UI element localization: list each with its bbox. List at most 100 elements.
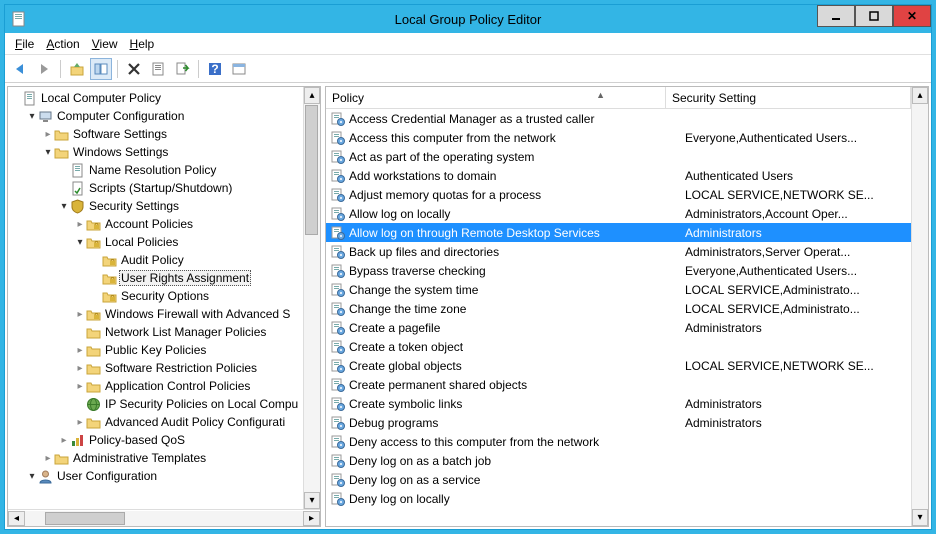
policy-row[interactable]: Allow log on through Remote Desktop Serv… <box>326 223 911 242</box>
policy-row[interactable]: Act as part of the operating system <box>326 147 911 166</box>
scroll-right-icon[interactable]: ▸ <box>303 511 320 526</box>
policy-row[interactable]: Add workstations to domainAuthenticated … <box>326 166 911 185</box>
tree-horizontal-scrollbar[interactable]: ◂ ▸ <box>8 509 320 526</box>
tree-item-acp[interactable]: ▸Application Control Policies <box>10 377 303 395</box>
expand-icon[interactable]: ▸ <box>42 129 54 140</box>
policy-row[interactable]: Change the system timeLOCAL SERVICE,Admi… <box>326 280 911 299</box>
tree-item-at[interactable]: ▸Administrative Templates <box>10 449 303 467</box>
policy-name: Create a token object <box>349 340 685 354</box>
menu-view[interactable]: View <box>86 35 124 53</box>
forward-button[interactable] <box>33 58 55 80</box>
tree-item-wfw[interactable]: ▸ Windows Firewall with Advanced S <box>10 305 303 323</box>
policy-icon <box>330 472 345 487</box>
scroll-up-icon[interactable]: ▴ <box>912 87 928 104</box>
policy-row[interactable]: Deny log on locally <box>326 489 911 508</box>
scroll-left-icon[interactable]: ◂ <box>8 511 25 526</box>
tree-item-sec[interactable]: ▾Security Settings <box>10 197 303 215</box>
collapse-icon[interactable]: ▾ <box>26 471 38 482</box>
tree-item-root[interactable]: ▸Local Computer Policy <box>10 89 303 107</box>
policy-row[interactable]: Change the time zoneLOCAL SERVICE,Admini… <box>326 299 911 318</box>
tree-item-ws[interactable]: ▾Windows Settings <box>10 143 303 161</box>
policy-row[interactable]: Create permanent shared objects <box>326 375 911 394</box>
collapse-icon[interactable]: ▾ <box>42 147 54 158</box>
collapse-icon[interactable]: ▾ <box>74 237 86 248</box>
menu-action[interactable]: Action <box>40 35 85 53</box>
policy-row[interactable]: Deny access to this computer from the ne… <box>326 432 911 451</box>
export-button[interactable] <box>171 58 193 80</box>
scroll-thumb[interactable] <box>45 512 125 525</box>
expand-icon[interactable]: ▸ <box>74 381 86 392</box>
show-hide-tree-button[interactable] <box>90 58 112 80</box>
list-header: Policy ▲ Security Setting <box>326 87 911 109</box>
policy-row[interactable]: Deny log on as a service <box>326 470 911 489</box>
up-button[interactable] <box>66 58 88 80</box>
scroll-down-icon[interactable]: ▾ <box>304 492 320 509</box>
tree-node-label: Windows Firewall with Advanced S <box>103 307 292 321</box>
collapse-icon[interactable]: ▾ <box>58 201 70 212</box>
tree-item-so[interactable]: ▸Security Options <box>10 287 303 305</box>
scroll-down-icon[interactable]: ▾ <box>912 509 928 526</box>
scroll-thumb[interactable] <box>305 105 318 235</box>
tree-item-audit[interactable]: ▸Audit Policy <box>10 251 303 269</box>
tree-item-nrp[interactable]: ▸Name Resolution Policy <box>10 161 303 179</box>
tree-vertical-scrollbar[interactable]: ▴ ▾ <box>303 87 320 509</box>
tree-item-ura[interactable]: ▸User Rights Assignment <box>10 269 303 287</box>
policy-name: Adjust memory quotas for a process <box>349 188 685 202</box>
policy-row[interactable]: Debug programsAdministrators <box>326 413 911 432</box>
delete-button[interactable] <box>123 58 145 80</box>
tree-node-label: Security Options <box>119 289 211 303</box>
tree-item-pbqos[interactable]: ▸Policy-based QoS <box>10 431 303 449</box>
menu-help[interactable]: Help <box>124 35 161 53</box>
policy-row[interactable]: Create a token object <box>326 337 911 356</box>
expand-icon[interactable]: ▸ <box>74 219 86 230</box>
tree-item-scripts[interactable]: ▸Scripts (Startup/Shutdown) <box>10 179 303 197</box>
tree[interactable]: ▸Local Computer Policy▾Computer Configur… <box>8 87 303 487</box>
expand-icon[interactable]: ▸ <box>74 309 86 320</box>
tree-item-cc[interactable]: ▾Computer Configuration <box>10 107 303 125</box>
expand-icon[interactable]: ▸ <box>74 363 86 374</box>
expand-icon[interactable]: ▸ <box>74 345 86 356</box>
tree-item-aapc[interactable]: ▸Advanced Audit Policy Configurati <box>10 413 303 431</box>
tree-node-icon <box>86 361 101 376</box>
tree-item-ss[interactable]: ▸Software Settings <box>10 125 303 143</box>
help-button[interactable]: ? <box>204 58 226 80</box>
policy-icon <box>330 282 345 297</box>
expand-icon[interactable]: ▸ <box>42 453 54 464</box>
menu-file[interactable]: File <box>9 35 40 53</box>
tree-item-pkp[interactable]: ▸Public Key Policies <box>10 341 303 359</box>
tree-item-lp[interactable]: ▾Local Policies <box>10 233 303 251</box>
policy-row[interactable]: Create global objectsLOCAL SERVICE,NETWO… <box>326 356 911 375</box>
tree-item-nlm[interactable]: ▸Network List Manager Policies <box>10 323 303 341</box>
expand-icon[interactable]: ▸ <box>58 435 70 446</box>
policy-name: Deny log on as a service <box>349 473 685 487</box>
policy-icon <box>330 187 345 202</box>
tree-item-ap[interactable]: ▸Account Policies <box>10 215 303 233</box>
policy-row[interactable]: Bypass traverse checkingEveryone,Authent… <box>326 261 911 280</box>
policy-list[interactable]: Access Credential Manager as a trusted c… <box>326 109 911 526</box>
back-button[interactable] <box>9 58 31 80</box>
policy-row[interactable]: Back up files and directoriesAdministrat… <box>326 242 911 261</box>
list-vertical-scrollbar[interactable]: ▴ ▾ <box>911 87 928 526</box>
titlebar: Local Group Policy Editor ✕ <box>5 5 931 33</box>
tree-node-label: User Rights Assignment <box>119 270 251 286</box>
policy-row[interactable]: Adjust memory quotas for a processLOCAL … <box>326 185 911 204</box>
filter-button[interactable] <box>228 58 250 80</box>
policy-row[interactable]: Create a pagefileAdministrators <box>326 318 911 337</box>
policy-icon <box>330 206 345 221</box>
column-header-policy[interactable]: Policy ▲ <box>326 87 666 108</box>
policy-row[interactable]: Access this computer from the networkEve… <box>326 128 911 147</box>
scroll-up-icon[interactable]: ▴ <box>304 87 320 104</box>
tree-item-srp[interactable]: ▸Software Restriction Policies <box>10 359 303 377</box>
collapse-icon[interactable]: ▾ <box>26 111 38 122</box>
policy-row[interactable]: Allow log on locallyAdministrators,Accou… <box>326 204 911 223</box>
policy-row[interactable]: Deny log on as a batch job <box>326 451 911 470</box>
policy-row[interactable]: Access Credential Manager as a trusted c… <box>326 109 911 128</box>
column-header-security-setting[interactable]: Security Setting <box>666 87 911 108</box>
tree-node-icon <box>22 91 37 106</box>
expand-icon[interactable]: ▸ <box>74 417 86 428</box>
policy-row[interactable]: Create symbolic linksAdministrators <box>326 394 911 413</box>
tree-item-ipsec[interactable]: ▸IP Security Policies on Local Compu <box>10 395 303 413</box>
properties-button[interactable] <box>147 58 169 80</box>
tree-item-uc[interactable]: ▾User Configuration <box>10 467 303 485</box>
tree-node-icon <box>54 451 69 466</box>
